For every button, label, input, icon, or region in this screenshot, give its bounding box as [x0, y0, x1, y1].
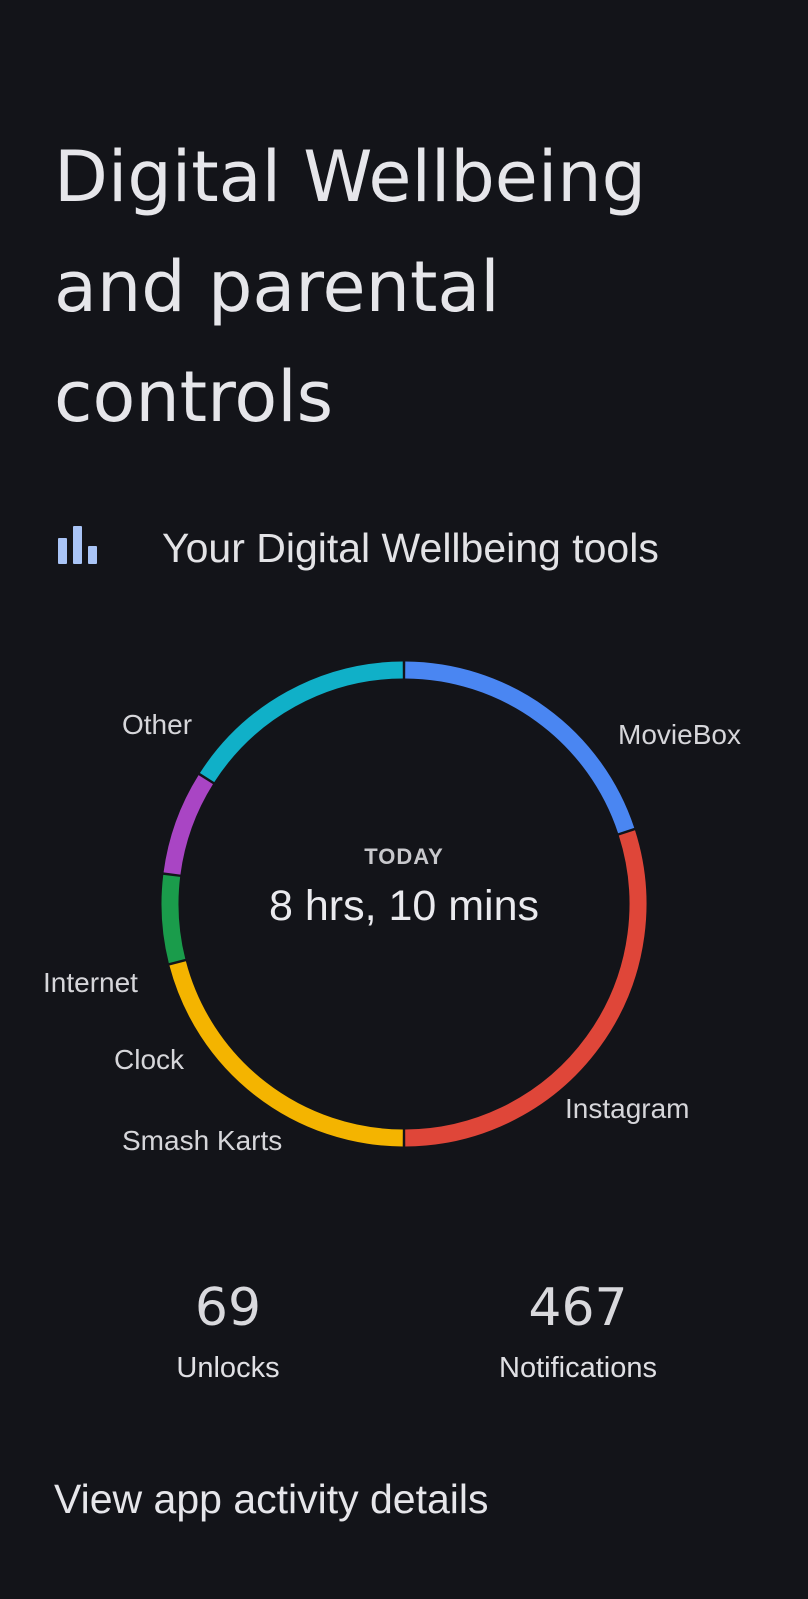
usage-total: 8 hrs, 10 mins: [268, 882, 540, 930]
notifications-count: 467: [528, 1278, 628, 1338]
page-title: Digital Wellbeing and parental controls: [54, 136, 647, 438]
notifications-label: Notifications: [499, 1352, 657, 1384]
bar-chart-icon: [58, 526, 104, 564]
digital-wellbeing-tools-item[interactable]: Your Digital Wellbeing tools: [0, 510, 808, 586]
segment-label-instagram: Instagram: [565, 1093, 690, 1124]
view-app-activity-link[interactable]: View app activity details: [54, 1474, 489, 1524]
tools-label: Your Digital Wellbeing tools: [162, 525, 659, 571]
segment-label-smash-karts: Smash Karts: [122, 1125, 283, 1156]
donut-segment-moviebox: [405, 661, 635, 834]
unlocks-label: Unlocks: [176, 1352, 280, 1384]
usage-donut-chart[interactable]: Other MovieBox Internet Clock Instagram …: [0, 640, 808, 1200]
donut-segment-smash-karts: [169, 961, 403, 1147]
notifications-stat: 467 Notifications: [428, 1276, 728, 1386]
unlocks-count: 69: [194, 1278, 262, 1338]
unlocks-stat: 69 Unlocks: [78, 1276, 378, 1386]
segment-label-other: Other: [122, 709, 193, 740]
segment-label-internet: Internet: [43, 967, 138, 998]
donut-segment-other: [199, 661, 403, 783]
segment-label-clock: Clock: [114, 1044, 185, 1075]
segment-label-moviebox: MovieBox: [618, 719, 741, 750]
usage-caption: TODAY: [364, 844, 444, 869]
